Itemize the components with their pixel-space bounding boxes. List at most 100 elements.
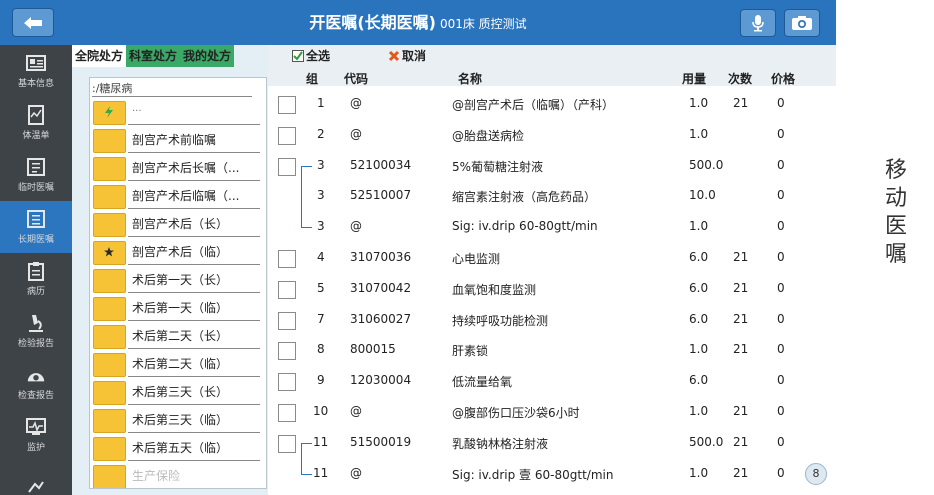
tab-my-prescriptions[interactable]: 我的处方 [180,45,235,67]
cell-price: 0 [777,465,785,480]
folder-label: 剖宫产术后（临） [132,245,229,259]
table-row[interactable]: 4 31070036 心电监测 6.0 21 0 [268,242,828,273]
folder-item[interactable]: 剖宫产术后（长） [90,210,266,238]
cell-dose: 6.0 [689,311,709,326]
row-checkbox[interactable] [278,404,296,422]
table-row[interactable]: 1 @ @剖宫产术后（临嘱）（产科） 1.0 21 0 [268,88,828,119]
sidebar-item-monitor[interactable]: 监护 [0,409,72,461]
side-caption: 移 动 医 嘱 [881,157,911,269]
row-checkbox[interactable] [278,126,296,145]
column-header-code: 代码 [344,72,369,86]
folder-icon [93,269,126,293]
cell-dose: 1.0 [689,465,709,480]
sidebar-item-lab-report[interactable]: 检验报告 [0,305,72,357]
folder-item[interactable]: 剖宫产术前临嘱 [90,126,266,154]
folder-item[interactable]: 术后第三天（临） [90,406,266,434]
table-row[interactable]: 3 52510007 缩宫素注射液（高危药品） 10.0 0 [268,180,828,212]
table-row[interactable]: 11 @ Sig: iv.drip 壹 60-80gtt/min 1.0 21 0 [268,457,828,489]
table-row[interactable]: 9 12030004 低流量给氧 6.0 0 [268,365,828,396]
sidebar-item-medical-record[interactable]: 病历 [0,253,72,305]
folder-item[interactable]: 术后第五天（临） [90,434,266,462]
folder-item[interactable]: 术后第三天（长） [90,378,266,406]
sidebar-item-temp-orders[interactable]: 临时医嘱 [0,149,72,201]
scanner-icon [26,365,46,385]
row-checkbox[interactable] [278,250,296,268]
select-all-button[interactable]: 全选 [292,47,330,65]
row-checkbox[interactable] [278,311,296,330]
table-row[interactable]: 8 800015 肝素锁 1.0 21 0 [268,334,828,365]
star-badge-icon [104,247,114,257]
row-checkbox[interactable] [278,373,296,392]
cell-code: 52510007 [350,188,412,203]
folder-label: 术后第二天（长） [132,329,229,343]
folder-up[interactable]: ... [90,98,266,126]
table-row[interactable]: 10 @ @腹部伤口压沙袋6小时 1.0 21 0 [268,396,828,427]
folder-item[interactable]: 术后第一天（长） [90,266,266,294]
cell-group: 11 [313,434,329,449]
sidebar-item-label: 长期医嘱 [17,235,54,245]
table-row[interactable]: 2 @ @胎盘送病检 1.0 0 [268,119,828,150]
cell-code: 12030004 [350,373,412,388]
folder-item[interactable]: 剖宫产术后（临） [90,238,266,266]
tab-hospital-prescriptions[interactable]: 全院处方 [72,45,127,67]
cell-name: 5%葡萄糖注射液 [452,159,544,174]
sidebar-item-long-orders[interactable]: 长期医嘱 [0,201,72,253]
folder-item[interactable]: 生产保险 [90,462,266,488]
cancel-button[interactable]: 取消 [388,47,426,65]
cell-code: 31060027 [350,311,412,326]
sidebar-item-temperature[interactable]: 体温单 [0,97,72,149]
folder-item[interactable]: 术后第二天（临） [90,350,266,378]
row-checkbox[interactable] [278,96,296,114]
cancel-label: 取消 [402,49,427,63]
cell-dose: 1.0 [689,404,709,418]
folder-item[interactable]: 剖宫产术后临嘱（... [90,182,266,210]
cell-name: 低流量给氧 [452,375,513,390]
divider [92,96,252,97]
cell-price: 0 [777,126,785,141]
folder-icon [93,353,126,377]
folder-label: 生产保险 [132,469,181,483]
table-row[interactable]: 3 @ Sig: iv.drip 60-80gtt/min 1.0 0 [268,211,828,242]
id-card-icon [26,53,46,73]
row-checkbox[interactable] [278,280,296,299]
folder-item[interactable]: 术后第二天（长） [90,322,266,350]
page-title: 开医嘱(长期医嘱) 001床 质控测试 [0,0,836,45]
caption-char: 移 [884,158,907,183]
folder-icon [93,157,126,181]
page-number-badge[interactable]: 8 [805,463,827,485]
order-toolbar: 全选 取消 [268,45,836,68]
table-row[interactable]: 11 51500019 乳酸钠林格注射液 500.0 21 0 [268,427,828,459]
folder-label: 术后第二天（临） [132,357,229,371]
divider [128,124,260,125]
cell-price: 0 [777,373,785,388]
voice-button[interactable] [740,9,776,37]
sidebar-item-exam-report[interactable]: 检查报告 [0,357,72,409]
cell-dose: 1.0 [689,96,709,110]
row-checkbox[interactable] [278,342,296,361]
cell-name: 缩宫素注射液（高危药品） [452,190,597,205]
cell-name: @腹部伤口压沙袋6小时 [452,406,580,420]
folder-icon [93,241,126,265]
table-row[interactable]: 3 52100034 5%葡萄糖注射液 500.0 0 [268,150,828,182]
group-bracket [301,457,312,475]
camera-button[interactable] [784,9,820,37]
table-row[interactable]: 7 31060027 持续呼吸功能检测 6.0 21 0 [268,304,828,335]
table-row[interactable]: 5 31070042 血氧饱和度监测 6.0 21 0 [268,273,828,304]
cell-dose: 500.0 [689,434,724,449]
cell-times: 21 [733,342,749,357]
patient-subtitle: 001床 质控测试 [439,17,527,31]
cell-price: 0 [777,157,785,172]
folder-item[interactable]: 术后第一天（临） [90,294,266,322]
row-checkbox[interactable] [278,434,296,453]
sidebar-item-more[interactable] [0,461,72,495]
sidebar-item-basic-info[interactable]: 基本信息 [0,45,72,97]
record-icon [26,261,46,281]
cell-group: 5 [317,280,325,295]
row-checkbox[interactable] [278,157,296,176]
cell-times: 21 [733,311,749,326]
folder-label: 剖宫产术前临嘱 [132,133,217,147]
folder-icon [93,129,126,153]
tab-department-prescriptions[interactable]: 科室处方 [126,45,181,67]
folder-icon [93,465,126,488]
folder-item[interactable]: 剖宫产术后长嘱（... [90,154,266,182]
